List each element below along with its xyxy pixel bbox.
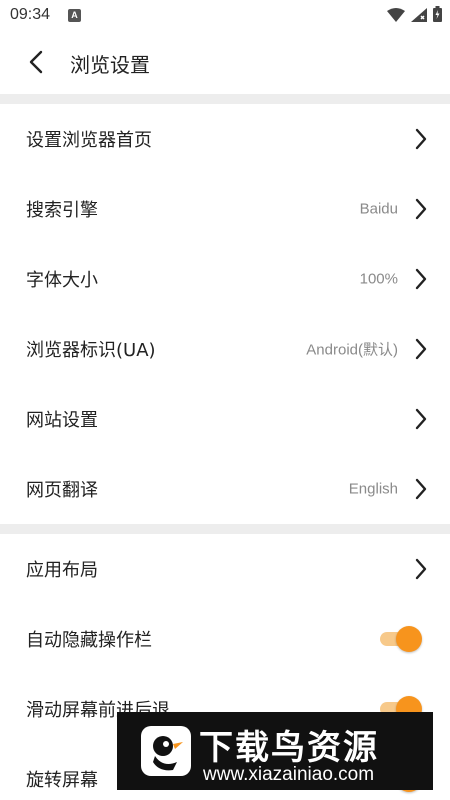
- chevron-right-icon: [415, 338, 427, 360]
- chevron-right-icon: [415, 268, 427, 290]
- setting-value: English: [348, 480, 398, 498]
- setting-site-settings[interactable]: 网站设置: [0, 384, 450, 454]
- toggle-knob: [396, 626, 422, 652]
- notification-icon: A: [68, 9, 81, 22]
- setting-auto-hide-toolbar: 自动隐藏操作栏: [0, 604, 450, 674]
- setting-value: Android(默认): [306, 341, 398, 359]
- setting-label: 旋转屏幕: [26, 770, 98, 791]
- setting-label: 搜索引擎: [26, 200, 98, 221]
- section-divider: [0, 524, 450, 534]
- watermark-banner: 下载鸟资源 www.xiazainiao.com: [117, 712, 433, 790]
- setting-translate[interactable]: 网页翻译 English: [0, 454, 450, 524]
- chevron-right-icon: [415, 198, 427, 220]
- app-header: 浏览设置: [0, 32, 450, 94]
- chevron-right-icon: [415, 128, 427, 150]
- setting-label: 浏览器标识(UA): [26, 340, 156, 361]
- setting-value: Baidu: [359, 200, 398, 218]
- auto-hide-toolbar-toggle[interactable]: [380, 626, 422, 652]
- chevron-right-icon: [415, 408, 427, 430]
- page-title: 浏览设置: [70, 53, 150, 77]
- watermark-url: www.xiazainiao.com: [203, 764, 375, 785]
- status-bar: 09:34 A: [0, 0, 450, 32]
- setting-label: 网站设置: [26, 410, 98, 431]
- battery-icon: [433, 6, 442, 26]
- setting-user-agent[interactable]: 浏览器标识(UA) Android(默认): [0, 314, 450, 384]
- status-time: 09:34: [10, 6, 51, 23]
- watermark-title: 下载鸟资源: [199, 728, 379, 768]
- setting-homepage[interactable]: 设置浏览器首页: [0, 104, 450, 174]
- back-button[interactable]: [18, 44, 54, 80]
- setting-search-engine[interactable]: 搜索引擎 Baidu: [0, 174, 450, 244]
- bird-logo-icon: [141, 726, 191, 776]
- setting-value: 100%: [359, 270, 398, 288]
- signal-icon: [411, 7, 427, 26]
- chevron-right-icon: [415, 478, 427, 500]
- wifi-icon: [387, 7, 405, 26]
- status-icons: [387, 6, 442, 26]
- setting-label: 自动隐藏操作栏: [26, 630, 152, 651]
- back-arrow-icon: [29, 50, 43, 74]
- chevron-right-icon: [415, 558, 427, 580]
- setting-label: 应用布局: [26, 560, 98, 581]
- setting-label: 网页翻译: [26, 480, 98, 501]
- setting-label: 字体大小: [26, 270, 98, 291]
- section-divider: [0, 94, 450, 104]
- setting-font-size[interactable]: 字体大小 100%: [0, 244, 450, 314]
- setting-label: 设置浏览器首页: [26, 130, 152, 151]
- setting-app-layout[interactable]: 应用布局: [0, 534, 450, 604]
